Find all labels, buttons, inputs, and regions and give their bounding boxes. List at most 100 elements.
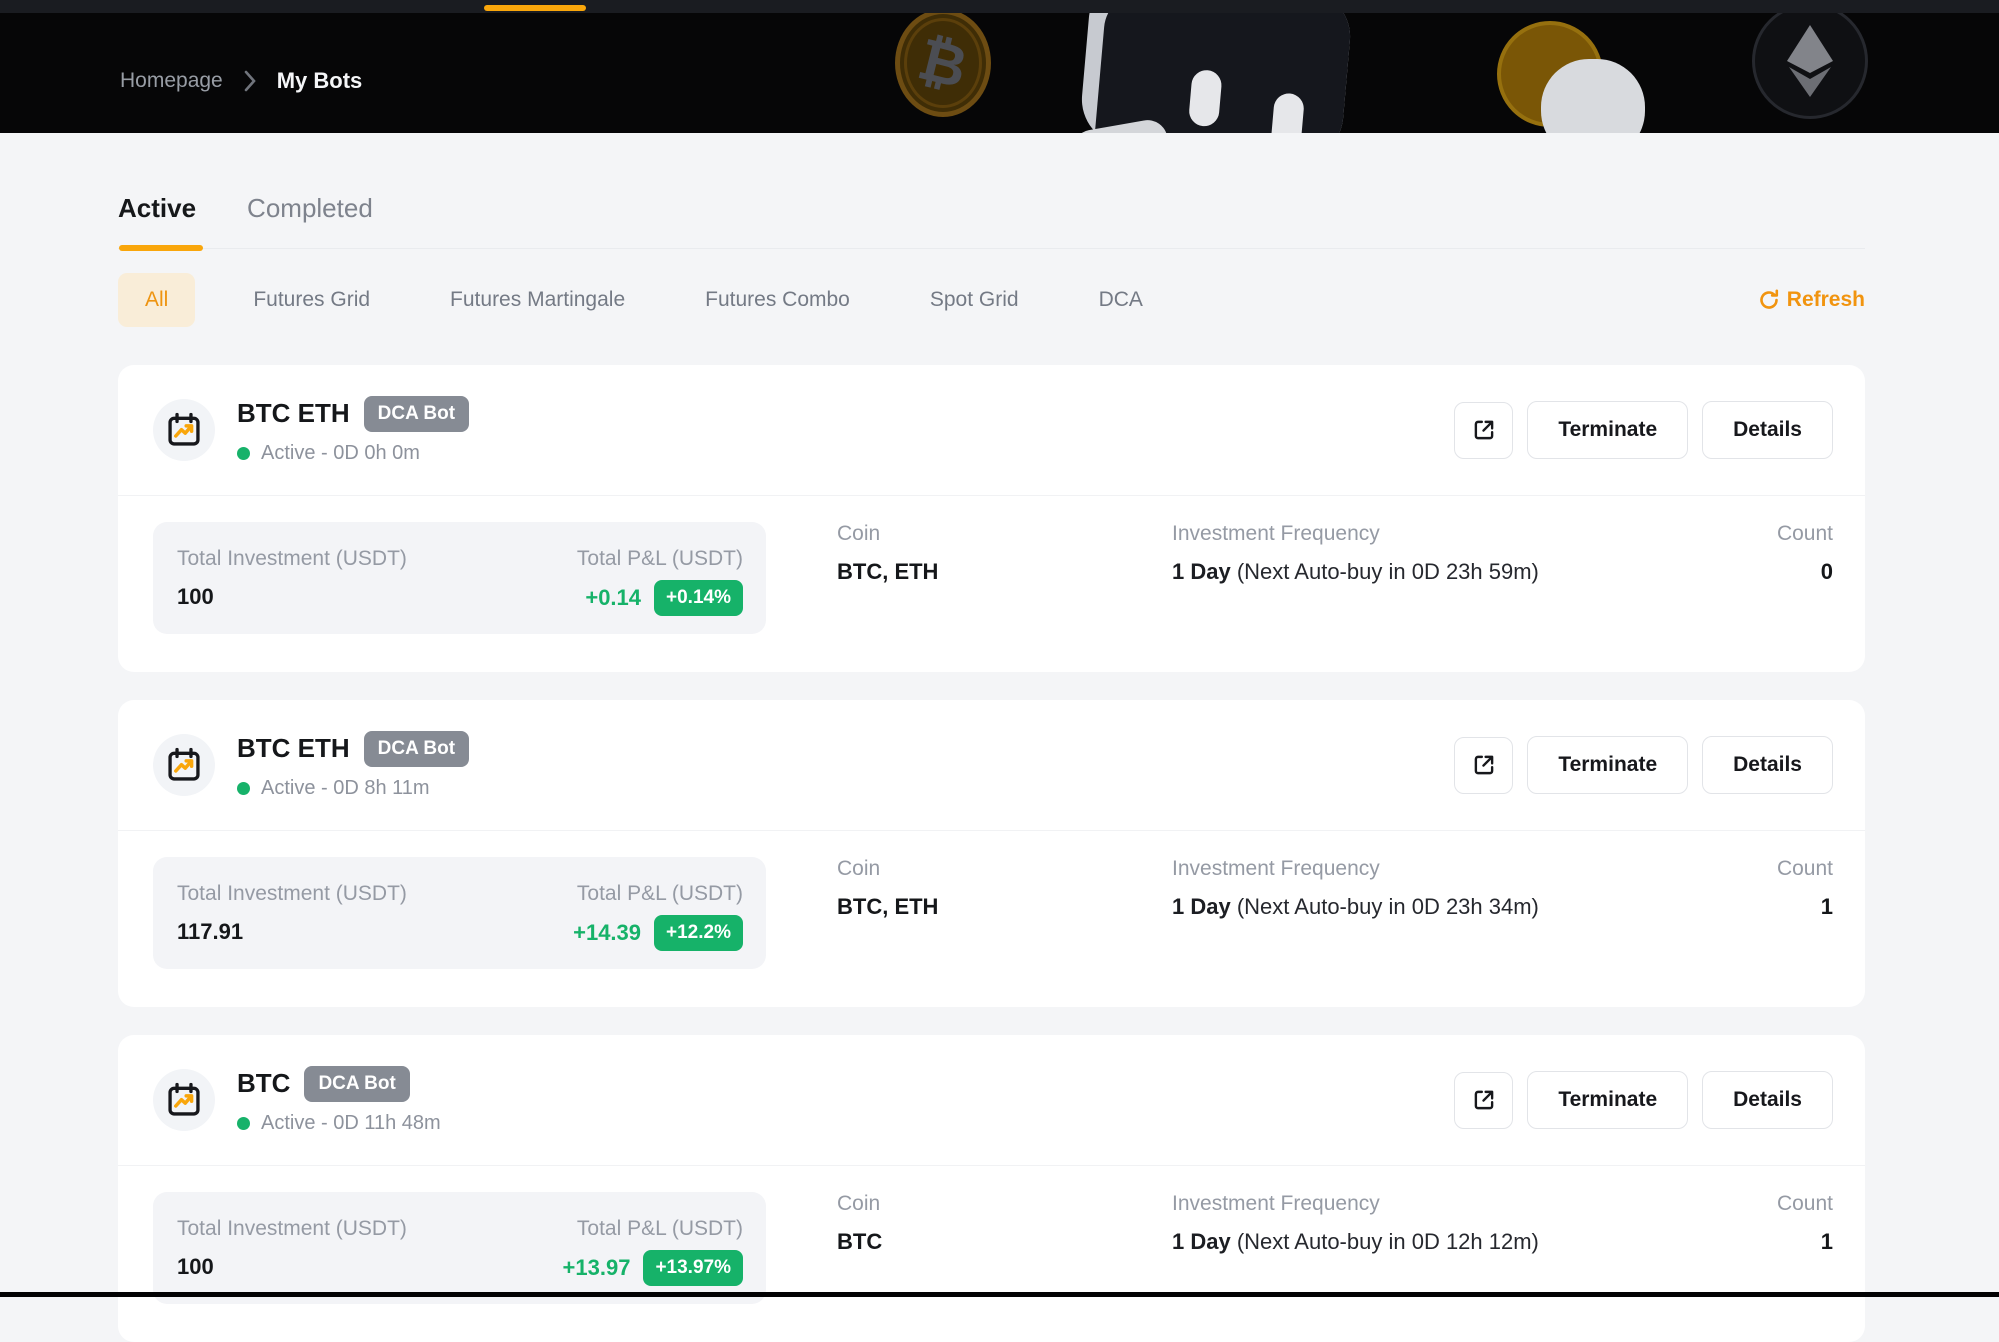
main-content: Active Completed All Futures Grid Future… [118,133,1865,1342]
eth-coin-illustration [1752,13,1868,119]
robot-illustration [1078,13,1354,133]
bot-pair-title: BTC ETH [237,733,350,764]
investment-value: 100 [177,584,407,610]
share-bot-button[interactable] [1454,1072,1513,1129]
robot-ear [1541,59,1645,133]
calendar-trend-icon [165,1081,203,1119]
coin-label: Coin [837,1192,1172,1216]
dca-bot-avatar [153,399,215,461]
refresh-icon [1757,288,1781,312]
tab-active[interactable]: Active [118,193,196,224]
active-status-dot [237,1117,250,1130]
bot-pair-title: BTC ETH [237,398,350,429]
investment-value: 117.91 [177,919,407,945]
bot-type-badge: DCA Bot [304,1066,409,1102]
details-button[interactable]: Details [1702,401,1833,459]
pnl-percent-badge: +13.97% [643,1250,743,1286]
bot-status-text: Active - 0D 0h 0m [261,442,420,465]
bot-status-text: Active - 0D 8h 11m [261,777,430,800]
bot-card: BTC ETH DCA Bot Active - 0D 0h 0m [118,365,1865,672]
bot-pair-title: BTC [237,1068,290,1099]
breadcrumb-current-page: My Bots [277,68,363,94]
bot-type-badge: DCA Bot [364,731,469,767]
external-link-icon [1471,752,1497,778]
pnl-value: +13.97 [563,1255,631,1281]
bitcoin-glyph: ₿ [912,25,974,101]
bot-type-badge: DCA Bot [364,396,469,432]
frequency-label: Investment Frequency [1172,522,1732,546]
investment-value: 100 [177,1254,407,1280]
bot-card-header: BTC ETH DCA Bot Active - 0D 0h 0m [118,365,1865,496]
filter-futures-grid[interactable]: Futures Grid [253,288,370,312]
coin-label: Coin [837,857,1172,881]
filter-futures-combo[interactable]: Futures Combo [705,288,850,312]
active-status-dot [237,447,250,460]
bottom-window-edge [0,1292,1999,1297]
frequency-label: Investment Frequency [1172,857,1732,881]
frequency-value: 1 Day (Next Auto-buy in 0D 23h 59m) [1172,559,1732,585]
investment-label: Total Investment (USDT) [177,547,407,571]
details-button[interactable]: Details [1702,736,1833,794]
refresh-label: Refresh [1787,288,1865,312]
investment-label: Total Investment (USDT) [177,1217,407,1241]
external-link-icon [1471,1087,1497,1113]
details-button[interactable]: Details [1702,1071,1833,1129]
coin-value: BTC, ETH [837,894,1172,920]
filter-dca[interactable]: DCA [1099,288,1143,312]
filter-all[interactable]: All [118,273,195,327]
investment-label: Total Investment (USDT) [177,882,407,906]
investment-pnl-panel: Total Investment (USDT) 100 Total P&L (U… [153,522,766,634]
active-status-dot [237,782,250,795]
bot-status-text: Active - 0D 11h 48m [261,1112,441,1135]
share-bot-button[interactable] [1454,402,1513,459]
frequency-value: 1 Day (Next Auto-buy in 0D 23h 34m) [1172,894,1732,920]
top-nav-strip [0,0,1999,13]
coin-label: Coin [837,522,1172,546]
hero-header: ₿ Homepage My Bots [0,13,1999,133]
pnl-percent-badge: +0.14% [654,580,743,616]
filter-futures-martingale[interactable]: Futures Martingale [450,288,625,312]
coin-value: BTC [837,1229,1172,1255]
terminate-button[interactable]: Terminate [1527,401,1688,459]
investment-pnl-panel: Total Investment (USDT) 117.91 Total P&L… [153,857,766,969]
pnl-label: Total P&L (USDT) [573,882,743,906]
bot-card-header: BTC ETH DCA Bot Active - 0D 8h 11m [118,700,1865,831]
pnl-label: Total P&L (USDT) [577,547,743,571]
calendar-trend-icon [165,411,203,449]
bot-stats-row: Total Investment (USDT) 117.91 Total P&L… [118,831,1865,969]
count-value: 1 [1732,1229,1833,1255]
robot-eye [1188,69,1223,127]
count-label: Count [1732,522,1833,546]
investment-pnl-panel: Total Investment (USDT) 100 Total P&L (U… [153,1192,766,1304]
dca-bot-avatar [153,1069,215,1131]
bot-card-list: BTC ETH DCA Bot Active - 0D 0h 0m [118,365,1865,1342]
frequency-value: 1 Day (Next Auto-buy in 0D 12h 12m) [1172,1229,1732,1255]
breadcrumb-homepage-link[interactable]: Homepage [120,69,223,93]
external-link-icon [1471,417,1497,443]
frequency-label: Investment Frequency [1172,1192,1732,1216]
filter-spot-grid[interactable]: Spot Grid [930,288,1019,312]
refresh-button[interactable]: Refresh [1757,288,1865,312]
bot-card-header: BTC DCA Bot Active - 0D 11h 48m [118,1035,1865,1166]
pnl-value: +14.39 [573,920,641,946]
terminate-button[interactable]: Terminate [1527,736,1688,794]
share-bot-button[interactable] [1454,737,1513,794]
active-nav-tab-indicator [484,5,586,11]
coin-value: BTC, ETH [837,559,1172,585]
status-tabs: Active Completed [118,133,1865,249]
bot-card: BTC ETH DCA Bot Active - 0D 8h 11m [118,700,1865,1007]
bot-stats-row: Total Investment (USDT) 100 Total P&L (U… [118,496,1865,634]
active-tab-underline [119,245,203,251]
tab-completed[interactable]: Completed [247,193,373,224]
bot-type-filter-row: All Futures Grid Futures Martingale Futu… [118,273,1865,327]
robot-eye [1270,92,1305,133]
count-label: Count [1732,1192,1833,1216]
dca-bot-avatar [153,734,215,796]
gold-coin-illustration [1497,21,1603,127]
breadcrumb: Homepage My Bots [120,68,362,94]
chevron-right-icon [243,70,257,92]
bot-stats-row: Total Investment (USDT) 100 Total P&L (U… [118,1166,1865,1304]
robot-chin [1069,117,1170,133]
pnl-label: Total P&L (USDT) [563,1217,743,1241]
terminate-button[interactable]: Terminate [1527,1071,1688,1129]
